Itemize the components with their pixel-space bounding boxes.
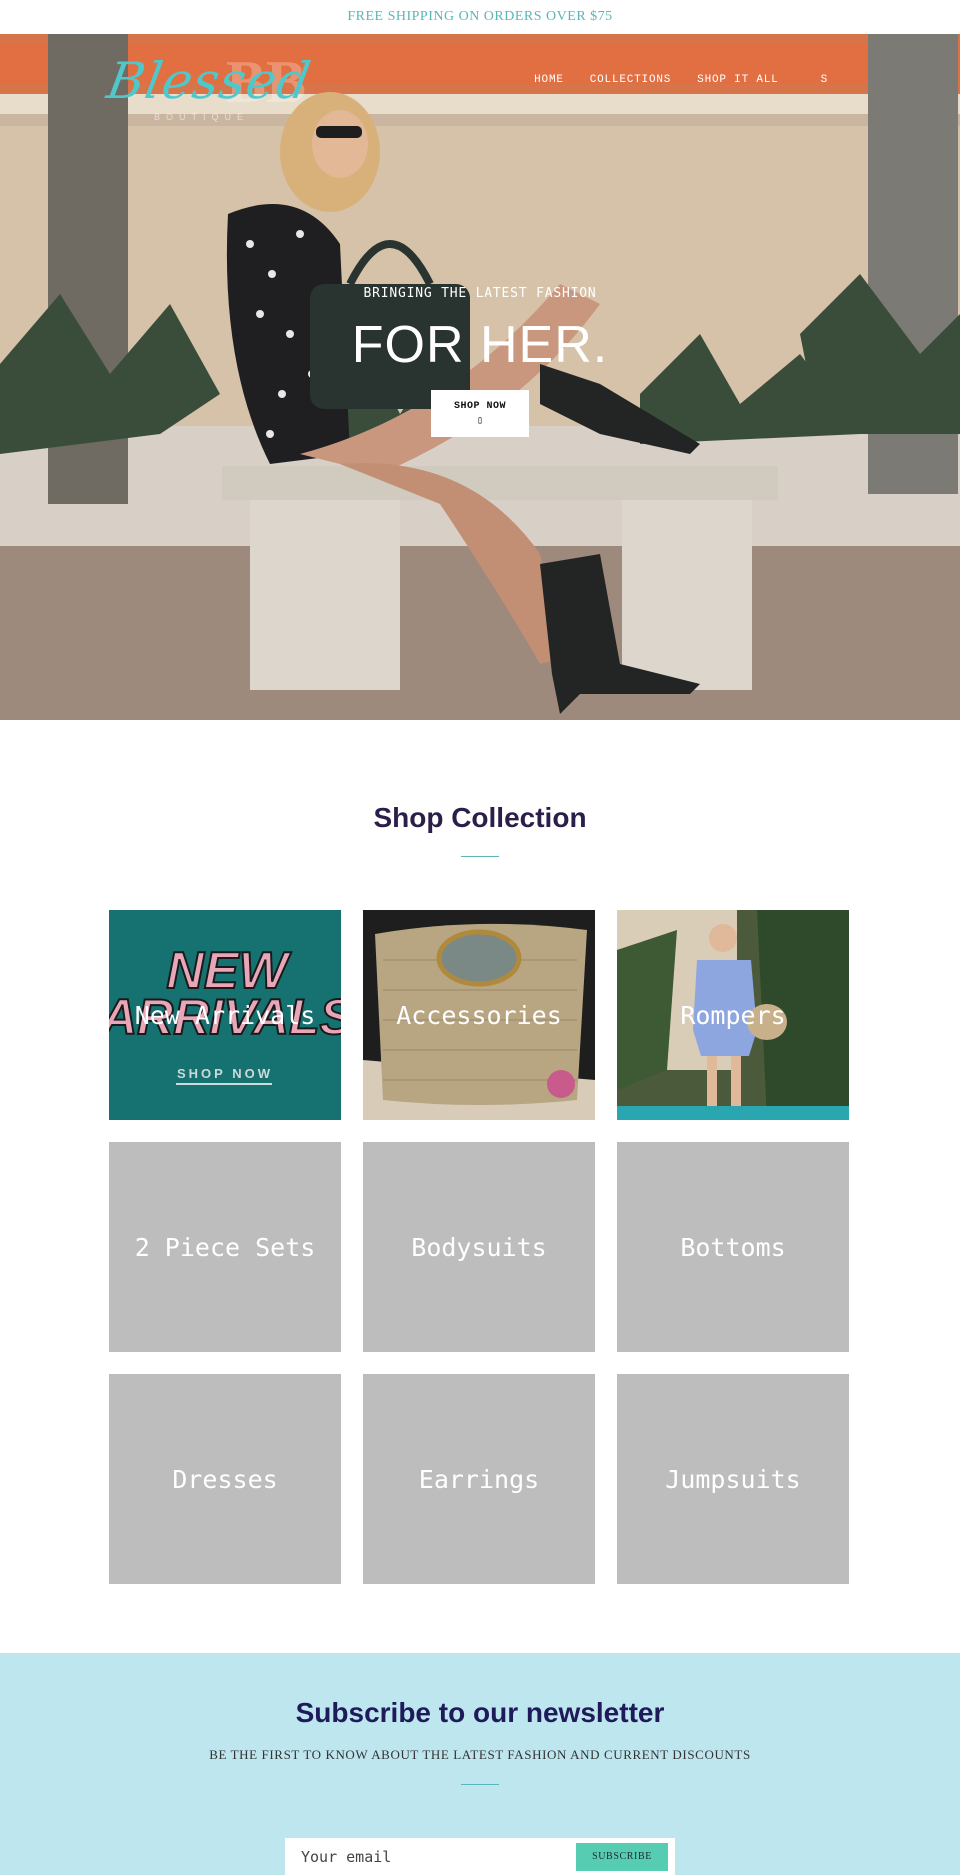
hero-copy: BRINGING THE LATEST FASHION FOR HER. bbox=[0, 286, 960, 375]
brand-logo[interactable]: BB Blessed BOUTIQUE bbox=[103, 46, 315, 136]
collection-label: Jumpsuits bbox=[665, 1464, 801, 1494]
collection-tile-bottoms[interactable]: Bottoms bbox=[617, 1142, 849, 1352]
collection-tile-bodysuits[interactable]: Bodysuits bbox=[363, 1142, 595, 1352]
title-divider bbox=[461, 856, 499, 857]
collection-label: Rompers bbox=[680, 1000, 786, 1030]
right-arrow-icon: ▯ bbox=[476, 415, 484, 426]
collection-tile-accessories[interactable]: Accessories bbox=[363, 910, 595, 1120]
nav-home[interactable]: HOME bbox=[534, 74, 564, 86]
collection-label: 2 Piece Sets bbox=[134, 1232, 316, 1262]
collection-tile-earrings[interactable]: Earrings bbox=[363, 1374, 595, 1584]
collection-tile-jumpsuits[interactable]: Jumpsuits bbox=[617, 1374, 849, 1584]
collection-label: Bodysuits bbox=[411, 1232, 547, 1262]
hero-photo bbox=[0, 34, 960, 720]
logo-script: Blessed bbox=[102, 52, 316, 110]
newsletter-section: Subscribe to our newsletter BE THE FIRST… bbox=[0, 1653, 960, 1875]
main-nav: HOME COLLECTIONS SHOP IT ALL S bbox=[534, 74, 828, 86]
collection-tile-2-piece-sets[interactable]: 2 Piece Sets bbox=[109, 1142, 341, 1352]
hero-banner: BB Blessed BOUTIQUE HOME COLLECTIONS SHO… bbox=[0, 34, 960, 720]
newsletter-divider bbox=[461, 1784, 499, 1785]
shop-now-button[interactable]: SHOP NOW ▯ bbox=[431, 390, 529, 437]
shop-now-label: SHOP NOW bbox=[453, 401, 506, 412]
email-field[interactable] bbox=[301, 1847, 576, 1866]
newsletter-subtitle: BE THE FIRST TO KNOW ABOUT THE LATEST FA… bbox=[209, 1747, 751, 1762]
subscribe-button[interactable]: SUBSCRIBE bbox=[576, 1842, 668, 1871]
collection-tile-new-arrivals[interactable]: NEW ARRIVALS SHOP NOW New Arrivals bbox=[109, 910, 341, 1120]
newsletter-title: Subscribe to our newsletter bbox=[295, 1697, 665, 1728]
announcement-text: FREE SHIPPING ON ORDERS OVER $75 bbox=[347, 9, 613, 24]
collection-label: Bottoms bbox=[680, 1232, 786, 1262]
collection-tile-rompers[interactable]: Rompers bbox=[617, 910, 849, 1120]
collection-label: Earrings bbox=[418, 1464, 540, 1494]
collection-tile-dresses[interactable]: Dresses bbox=[109, 1374, 341, 1584]
collection-label: New Arrivals bbox=[134, 1000, 316, 1030]
announcement-bar: FREE SHIPPING ON ORDERS OVER $75 bbox=[0, 0, 960, 34]
hero-headline: FOR HER. bbox=[351, 316, 609, 374]
collection-label: Dresses bbox=[172, 1464, 278, 1494]
logo-subtitle: BOUTIQUE bbox=[154, 112, 250, 122]
collection-label: Accessories bbox=[396, 1000, 562, 1030]
collection-section-title: Shop Collection bbox=[373, 802, 587, 833]
hero-eyebrow: BRINGING THE LATEST FASHION bbox=[363, 286, 597, 301]
nav-shop-it-all[interactable]: SHOP IT ALL bbox=[697, 74, 778, 86]
search-icon[interactable]: S bbox=[821, 74, 828, 86]
collection-grid: NEW ARRIVALS SHOP NOW New Arrivals Acces… bbox=[109, 910, 849, 1584]
nav-collections[interactable]: COLLECTIONS bbox=[590, 74, 671, 86]
newsletter-form: SUBSCRIBE bbox=[285, 1838, 675, 1875]
new-arrivals-image-text: SHOP NOW bbox=[177, 1066, 273, 1081]
